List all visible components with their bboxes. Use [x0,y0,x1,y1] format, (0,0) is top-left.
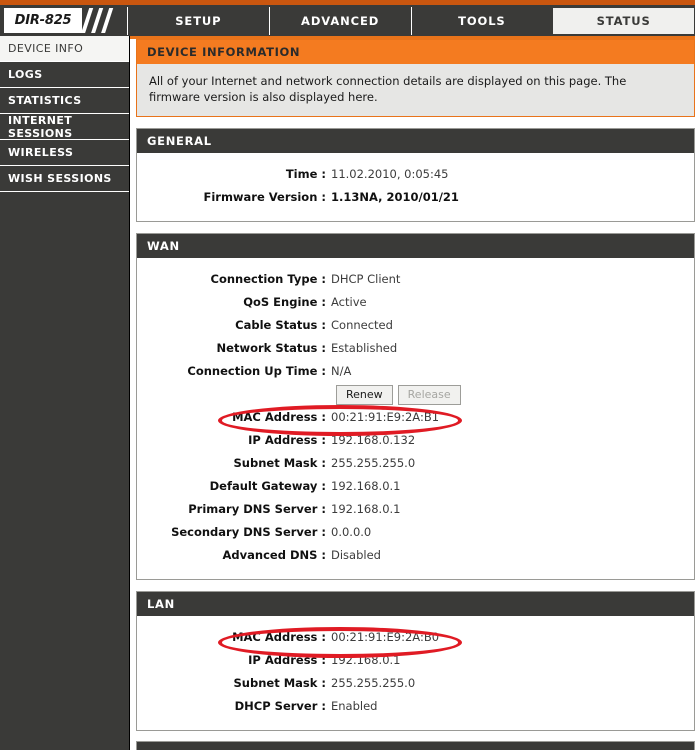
info-label: MAC Address : [232,410,326,424]
section-list: GENERAL Time : 11.02.2010, 0:05:45 Firmware… [136,128,695,731]
info-row: Firmware Version : 1.13NA, 2010/01/21 [137,186,694,209]
info-row: Subnet Mask : 255.255.255.0 [137,672,694,695]
info-row: DHCP Server : Enabled [137,695,694,718]
info-value: 192.168.0.1 [331,502,401,516]
info-label: Subnet Mask : [233,676,327,690]
brand-model-label: DIR-825 [14,13,72,28]
info-label: QoS Engine : [243,295,326,309]
info-row: QoS Engine : Active [137,291,694,314]
sidebar-item-wireless[interactable]: WIRELESS [0,140,129,166]
main-content: DEVICE INFORMATION All of your Internet … [136,39,695,742]
sidebar-item-wish-sessions[interactable]: WISH SESSIONS [0,166,129,192]
info-row: Cable Status : Connected [137,314,694,337]
info-row: MAC Address : 00:21:91:E9:2A:B0 [137,626,694,649]
info-value: 00:21:91:E9:2A:B0 [331,630,440,644]
info-label: MAC Address : [232,630,326,644]
info-value: 192.168.0.1 [331,479,401,493]
nav-tab-tools[interactable]: TOOLS [410,7,553,35]
section-header-wan: WAN [137,234,694,258]
section-lan: LAN MAC Address : 00:21:91:E9:2A:B0 IP Addr… [136,591,695,731]
device-information-panel: DEVICE INFORMATION All of your Internet … [136,39,695,117]
section-wan: WAN Connection Type : DHCP Client QoS Engin… [136,233,695,580]
sidebar: DEVICE INFO LOGS STATISTICS INTERNET SESSIO… [0,36,130,750]
info-label: Time : [285,167,326,181]
release-button: Release [397,385,461,405]
info-row: IP Address : 192.168.0.1 [137,649,694,672]
nav-tab-status[interactable]: STATUS [552,7,695,35]
info-row: Advanced DNS : Disabled [137,544,694,567]
section-header-lan: LAN [137,592,694,616]
info-row: Time : 11.02.2010, 0:05:45 [137,163,694,186]
sidebar-item-statistics[interactable]: STATISTICS [0,88,129,114]
info-row: Network Status : Established [137,337,694,360]
info-value: Disabled [331,548,381,562]
info-value: Established [331,341,398,355]
sidebar-item-internet-sessions[interactable]: INTERNET SESSIONS [0,114,129,140]
info-label: Network Status : [216,341,326,355]
info-value: 255.255.255.0 [331,676,416,690]
renew-button[interactable]: Renew [336,385,393,405]
info-label: Default Gateway : [209,479,326,493]
info-label: Connection Up Time : [187,364,326,378]
info-label: Primary DNS Server : [188,502,326,516]
page-description-text: All of your Internet and network connect… [149,74,627,104]
info-label: Subnet Mask : [233,456,327,470]
brand-slashes-decoration [82,8,122,33]
info-value: Active [331,295,367,309]
info-row: IP Address : 192.168.0.132 [137,429,694,452]
info-label: IP Address : [248,653,326,667]
section-header-general: GENERAL [137,129,694,153]
brand-plate: DIR-825 [4,8,82,33]
section-body-lan: MAC Address : 00:21:91:E9:2A:B0 IP Address… [137,616,694,730]
info-value: 255.255.255.0 [331,456,416,470]
sidebar-item-logs[interactable]: LOGS [0,62,129,88]
nav-tab-list: SETUP ADVANCED TOOLS STATUS [127,5,695,36]
info-label: Firmware Version : [203,190,326,204]
info-label: DHCP Server : [234,699,326,713]
info-value: 00:21:91:E9:2A:B1 [331,410,440,424]
sidebar-item-device-info[interactable]: DEVICE INFO [0,36,129,62]
info-row: Subnet Mask : 255.255.255.0 [137,452,694,475]
nav-tab-setup[interactable]: SETUP [127,7,269,35]
info-label: Cable Status : [235,318,326,332]
info-value: 11.02.2010, 0:05:45 [331,167,449,181]
info-row: Connection Up Time : N/A [137,360,694,383]
dhcp-action-buttons: Renew Release [336,385,694,405]
info-value: Enabled [331,699,378,713]
info-value: 1.13NA, 2010/01/21 [331,190,459,204]
info-value: 0.0.0.0 [331,525,372,539]
info-row: Default Gateway : 192.168.0.1 [137,475,694,498]
info-label: Connection Type : [210,272,326,286]
info-row: Connection Type : DHCP Client [137,268,694,291]
section-body-wan: Connection Type : DHCP Client QoS Engine :… [137,258,694,579]
brand-logo: DIR-825 [0,5,127,36]
section-general: GENERAL Time : 11.02.2010, 0:05:45 Firmware… [136,128,695,222]
info-row: Secondary DNS Server : 0.0.0.0 [137,521,694,544]
info-row: MAC Address : 00:21:91:E9:2A:B1 [137,406,694,429]
top-navigation-bar: DIR-825 SETUP ADVANCED TOOLS STATUS [0,5,695,36]
info-value: Connected [331,318,393,332]
section-body-general: Time : 11.02.2010, 0:05:45 Firmware Versio… [137,153,694,221]
info-row: Primary DNS Server : 192.168.0.1 [137,498,694,521]
info-value: 192.168.0.132 [331,433,416,447]
next-section-header-truncated [136,741,695,750]
info-value: 192.168.0.1 [331,653,401,667]
page-title: DEVICE INFORMATION [137,40,694,64]
info-label: Advanced DNS : [222,548,326,562]
nav-tab-advanced[interactable]: ADVANCED [268,7,411,35]
info-value: N/A [331,364,352,378]
info-label: IP Address : [248,433,326,447]
info-label: Secondary DNS Server : [171,525,326,539]
info-value: DHCP Client [331,272,401,286]
